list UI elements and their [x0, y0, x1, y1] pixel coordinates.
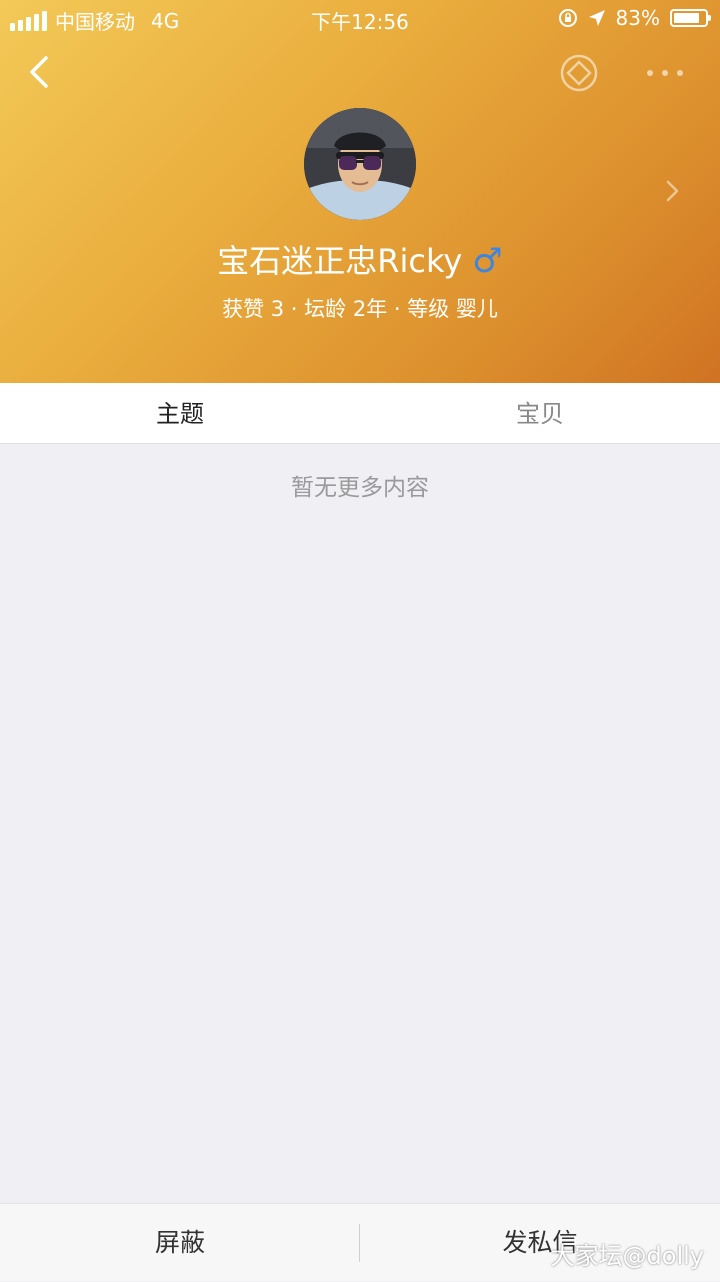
- empty-state-text: 暂无更多内容: [291, 475, 429, 501]
- back-chevron-icon[interactable]: [22, 52, 62, 92]
- tab-items[interactable]: 宝贝: [360, 383, 720, 443]
- coin-icon[interactable]: [559, 53, 599, 93]
- block-button[interactable]: 屏蔽: [0, 1204, 360, 1281]
- more-dots-icon[interactable]: [640, 60, 690, 86]
- orientation-lock-icon: [558, 9, 577, 27]
- battery-percent: 83%: [615, 6, 660, 30]
- username: 宝石迷正忠Ricky: [217, 242, 463, 280]
- male-gender-icon: ♂: [472, 241, 503, 281]
- username-row: 宝石迷正忠Ricky ♂: [0, 236, 720, 282]
- battery-icon: [670, 9, 711, 27]
- avatar-photo: [304, 108, 416, 220]
- profile-stats: 获赞 3 · 坛龄 2年 · 等级 婴儿: [222, 297, 498, 321]
- avatar[interactable]: [304, 108, 416, 220]
- profile-header: 中国移动 4G 下午12:56 83% 宝石迷正忠Ricky ♂ 获赞 3 · …: [0, 0, 720, 383]
- location-arrow-icon: [588, 10, 605, 26]
- watermark: 大家坛@dolly: [550, 1242, 704, 1270]
- profile-tabs: 主题 宝贝: [0, 383, 720, 444]
- status-bar: 中国移动 4G 下午12:56 83%: [0, 0, 720, 40]
- tab-topics[interactable]: 主题: [0, 383, 360, 443]
- chevron-right-icon[interactable]: [660, 176, 684, 206]
